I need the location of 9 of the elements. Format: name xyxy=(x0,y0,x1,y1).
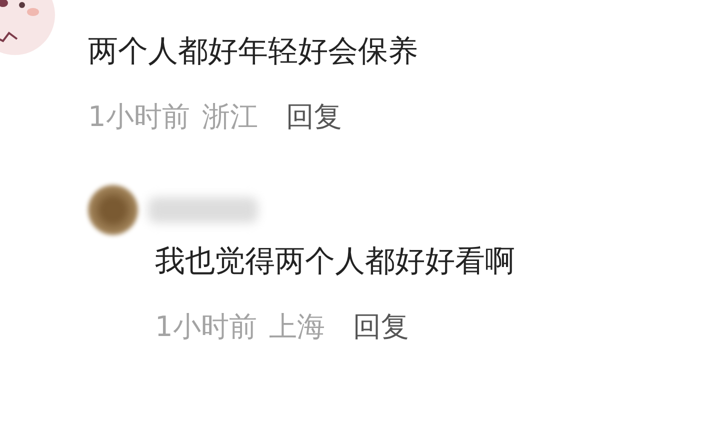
comment-time: 1小时前 xyxy=(155,309,257,345)
reply-link[interactable]: 回复 xyxy=(286,98,342,136)
reply-link[interactable]: 回复 xyxy=(352,308,409,346)
comment-time: 1小时前 xyxy=(88,99,190,135)
comment-location: 上海 xyxy=(268,309,325,345)
reply-text: 我也觉得两个人都好好看啊 xyxy=(155,243,516,281)
user-avatar[interactable] xyxy=(88,185,138,235)
comment-location: 浙江 xyxy=(202,99,258,135)
comment-text: 两个人都好年轻好会保养 xyxy=(88,33,418,71)
